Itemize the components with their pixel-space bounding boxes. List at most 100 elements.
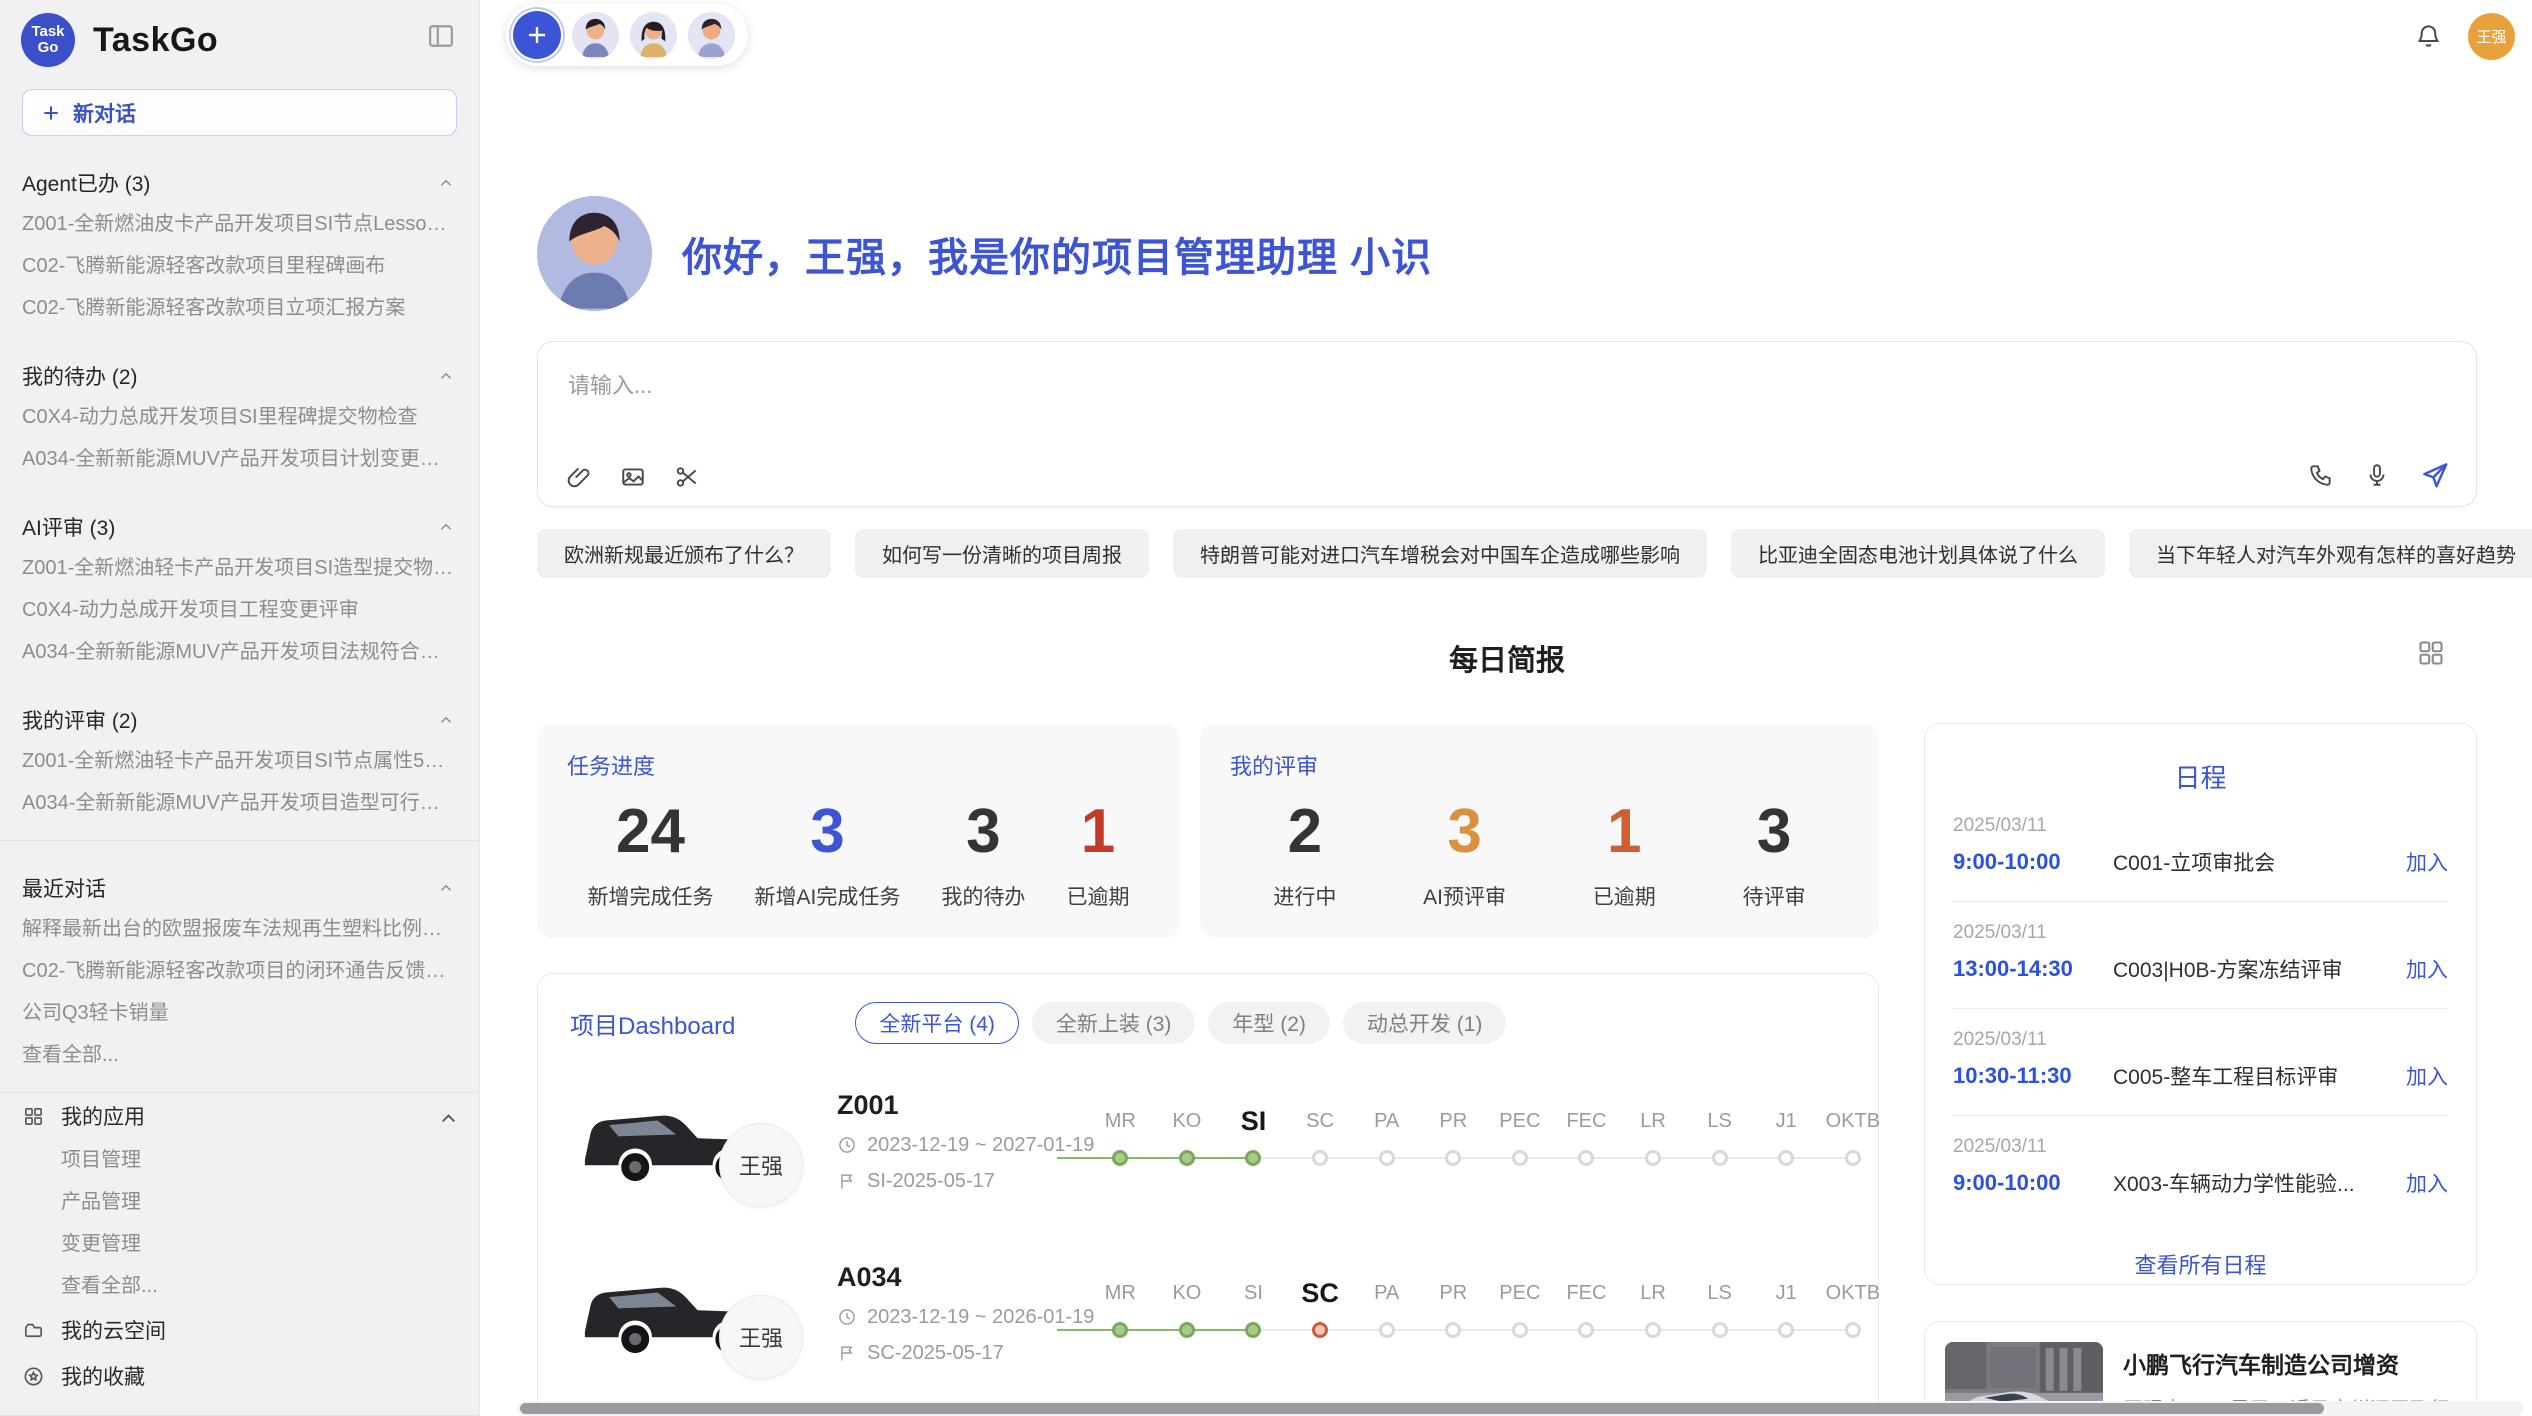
add-assistant-button[interactable] [513,11,561,59]
sidebar-list-item[interactable]: Z001-全新燃油轻卡产品开发项目SI节点属性5D文件评审 [0,740,479,782]
milestone-dot-PR [1445,1150,1461,1166]
sidebar-list-item[interactable]: Z001-全新燃油轻卡产品开发项目SI造型提交物评审 [0,547,479,589]
cloud-icon [22,1319,45,1342]
event-join-link[interactable]: 加入 [2406,1061,2448,1091]
scissors-icon[interactable] [674,464,700,490]
attachment-icon[interactable] [566,464,592,490]
milestone-dot-PA [1379,1322,1395,1338]
milestone-cell [1753,1322,1820,1338]
horizontal-scrollbar-thumb[interactable] [520,1403,2324,1414]
app-menu-item[interactable]: 变更管理 [0,1223,479,1265]
milestone-cell [1553,1322,1620,1338]
dashboard-tab-2[interactable]: 年型 (2) [1208,1002,1330,1044]
sidebar-item-favorites[interactable]: 我的收藏 [0,1353,479,1399]
main-area: 王强 你好，王强，我是你的项目管理助理 小识 [480,0,2532,1416]
stat-我的待办: 3我的待办 [941,789,1025,911]
layout-grid-icon[interactable] [2417,639,2445,667]
assistant-avatar-3[interactable] [688,12,735,59]
sidebar-item-my-apps[interactable]: 我的应用 [0,1093,479,1139]
user-avatar[interactable]: 王强 [2468,13,2515,60]
project-row-A034[interactable]: 王强 A0342023-12-19 ~ 2026-01-19SC-2025-05-… [570,1238,1846,1388]
project-flag: SC-2025-05-17 [837,1342,1087,1365]
event-join-link[interactable]: 加入 [2406,1168,2448,1198]
microphone-icon[interactable] [2364,462,2390,488]
milestone-label-PA: PA [1353,1276,1420,1310]
milestone-cell [1820,1322,1887,1338]
event-join-link[interactable]: 加入 [2406,847,2448,877]
sidebar-section-2[interactable]: AI评审 (3) [0,507,479,547]
dashboard-tab-3[interactable]: 动总开发 (1) [1343,1002,1507,1044]
sidebar-section-1[interactable]: 我的待办 (2) [0,356,479,396]
dashboard-header: 项目Dashboard 全新平台 (4)全新上装 (3)年型 (2)动总开发 (… [570,1002,1846,1044]
event-date: 2025/03/11 [1953,1136,2448,1158]
sidebar-list-item[interactable]: A034-全新新能源MUV产品开发项目法规符合性评审 [0,631,479,673]
milestone-label-LS: LS [1686,1276,1753,1310]
milestone-label-OKTB: OKTB [1820,1276,1887,1310]
assistant-avatar-2[interactable] [630,12,677,59]
greeting-block: 你好，王强，我是你的项目管理助理 小识 [537,196,1432,311]
dashboard-tab-1[interactable]: 全新上装 (3) [1032,1002,1196,1044]
project-row-Z001[interactable]: 王强Z0012023-12-19 ~ 2027-01-19SI-2025-05-… [570,1066,1846,1216]
sidebar-section-0[interactable]: Agent已办 (3) [0,163,479,203]
sidebar-list-item[interactable]: Z001-全新燃油皮卡产品开发项目SI节点Lesson Learn报告 [0,203,479,245]
notifications-bell-icon[interactable] [2415,23,2442,50]
recent-chat-item[interactable]: 查看全部... [0,1034,479,1076]
event-time: 13:00-14:30 [1953,956,2113,982]
sidebar-section-3[interactable]: 我的评审 (2) [0,700,479,740]
project-image: 王强 [570,1085,775,1197]
sidebar-collapse-icon[interactable] [428,23,454,45]
greeting-text: 你好，王强，我是你的项目管理助理 小识 [682,225,1432,283]
sidebar-section-recent[interactable]: 最近对话 [0,868,479,908]
send-icon[interactable] [2420,460,2450,490]
stat-AI预评审: 3AI预评审 [1423,789,1506,911]
image-icon[interactable] [620,464,646,490]
app-menu-item[interactable]: 查看全部... [0,1265,479,1307]
project-info: A0342023-12-19 ~ 2026-01-19SC-2025-05-17 [837,1262,1087,1365]
milestone-cell [1154,1150,1221,1166]
sidebar-list-item[interactable]: C02-飞腾新能源轻客改款项目立项汇报方案 [0,287,479,329]
project-image: 王强 [570,1257,775,1369]
phone-icon[interactable] [2308,462,2334,488]
milestone-cell [1620,1322,1687,1338]
milestone-dot-LS [1712,1322,1728,1338]
sidebar-list-item[interactable]: A034-全新新能源MUV产品开发项目造型可行性评审 [0,782,479,824]
sidebar-list-item[interactable]: A034-全新新能源MUV产品开发项目计划变更表编写 [0,438,479,480]
suggestion-chip-0[interactable]: 欧洲新规最近颁布了什么？ [537,529,831,578]
sidebar-list-item[interactable]: C02-飞腾新能源轻客改款项目里程碑画布 [0,245,479,287]
sidebar-list-item[interactable]: C0X4-动力总成开发项目工程变更评审 [0,589,479,631]
logo-line2: Go [38,40,59,56]
recent-chat-item[interactable]: C02-飞腾新能源轻客改款项目的闭环通告反馈情况 [0,950,479,992]
suggestion-chip-4[interactable]: 当下年轻人对汽车外观有怎样的喜好趋势 [2129,529,2532,578]
stat-value: 3 [941,789,1025,875]
milestone-label-FEC: FEC [1553,1276,1620,1310]
suggestion-chip-3[interactable]: 比亚迪全固态电池计划具体说了什么 [1731,529,2105,578]
milestone-cell [1487,1150,1554,1166]
clock-icon [837,1135,857,1155]
milestone-track: MRKOSISCPAPRPECFECLRLSJ1OKTB [1087,1104,1886,1178]
recent-chat-item[interactable]: 解释最新出台的欧盟报废车法规再生塑料比例被调至15%... [0,908,479,950]
milestone-dot-FEC [1578,1150,1594,1166]
favorites-icon [22,1365,45,1388]
stat-value: 3 [1423,789,1506,875]
milestone-dots [1087,1138,1886,1178]
milestone-cell [1154,1322,1221,1338]
sidebar-list-item[interactable]: C0X4-动力总成开发项目SI里程碑提交物检查 [0,396,479,438]
milestone-dot-LR [1645,1150,1661,1166]
sidebar-item-cloud[interactable]: 我的云空间 [0,1307,479,1353]
suggestion-chip-2[interactable]: 特朗普可能对进口汽车增税会对中国车企造成哪些影响 [1173,529,1707,578]
view-all-schedule-link[interactable]: 查看所有日程 [1953,1248,2448,1280]
milestone-labels: MRKOSISCPAPRPECFECLRLSJ1OKTB [1087,1276,1886,1310]
suggestion-chip-1[interactable]: 如何写一份清晰的项目周报 [855,529,1149,578]
logo-line1: Task [31,24,64,40]
sidebar-sections: Agent已办 (3)Z001-全新燃油皮卡产品开发项目SI节点Lesson L… [0,163,479,1416]
stat-card-title: 我的评审 [1230,749,1849,781]
app-menu-item[interactable]: 项目管理 [0,1139,479,1181]
recent-chat-item[interactable]: 公司Q3轻卡销量 [0,992,479,1034]
app-menu-item[interactable]: 产品管理 [0,1181,479,1223]
dashboard-tab-0[interactable]: 全新平台 (4) [855,1002,1019,1044]
event-join-link[interactable]: 加入 [2406,954,2448,984]
assistant-avatar-1[interactable] [572,12,619,59]
sidebar-section-1-label: 我的待办 (2) [22,361,138,391]
new-chat-button[interactable]: 新对话 [22,89,457,136]
chat-input[interactable] [538,342,2476,442]
